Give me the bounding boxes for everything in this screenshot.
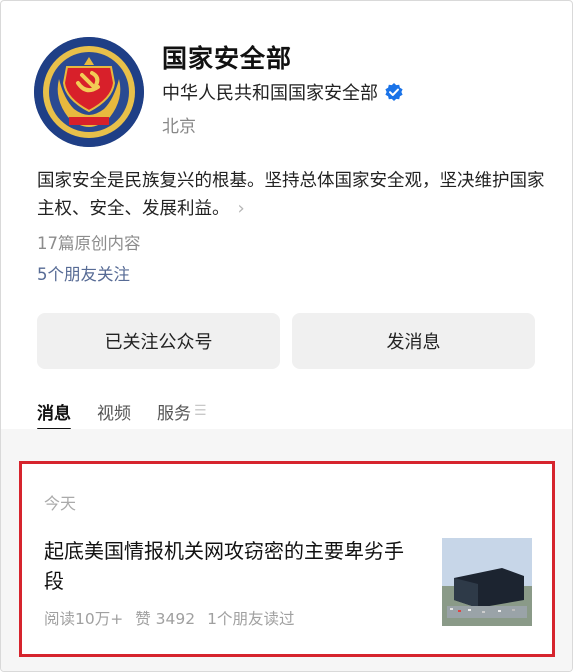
- profile-page: 国家安全部 中华人民共和国国家安全部 北京 国家安全是民族复兴的根基。坚持总体国…: [0, 0, 573, 672]
- profile-header: 国家安全部 中华人民共和国国家安全部 北京: [34, 37, 554, 147]
- tab-messages[interactable]: 消息: [37, 399, 71, 431]
- menu-icon: ☰: [194, 403, 207, 419]
- original-count: 17篇原创内容: [37, 234, 141, 253]
- location: 北京: [162, 117, 196, 137]
- verified-check-icon: [385, 83, 403, 101]
- tab-services-label: 服务: [157, 403, 191, 424]
- account-name: 国家安全部: [162, 44, 293, 73]
- chevron-right-icon[interactable]: ›: [238, 198, 245, 219]
- tab-videos[interactable]: 视频: [97, 399, 131, 431]
- org-name: 中华人民共和国国家安全部: [162, 83, 378, 104]
- description-text: 国家安全是民族复兴的根基。坚持总体国家安全观，坚决维护国家主权、安全、发展利益。: [37, 171, 545, 219]
- highlighted-article-card[interactable]: 今天 起底美国情报机关网攻窃密的主要卑劣手段 阅读10万+ 赞 3492 1个朋…: [19, 461, 555, 657]
- followed-button[interactable]: 已关注公众号: [37, 313, 280, 369]
- verified-org[interactable]: 中华人民共和国国家安全部: [162, 79, 404, 105]
- article-title[interactable]: 起底美国情报机关网攻窃密的主要卑劣手段: [44, 536, 416, 596]
- tab-bar: 消息 视频 服务 ☰: [37, 399, 207, 431]
- tab-services[interactable]: 服务 ☰: [157, 399, 207, 431]
- friends-read: 1个朋友读过: [207, 610, 295, 628]
- article-meta: 阅读10万+ 赞 3492 1个朋友读过: [44, 607, 294, 629]
- send-message-button[interactable]: 发消息: [292, 313, 535, 369]
- building-photo-icon: [442, 538, 532, 626]
- article-thumbnail[interactable]: [442, 538, 532, 626]
- date-label: 今天: [44, 494, 77, 513]
- emblem-icon: [34, 37, 144, 147]
- profile-description[interactable]: 国家安全是民族复兴的根基。坚持总体国家安全观，坚决维护国家主权、安全、发展利益。…: [37, 167, 547, 223]
- like-count: 赞 3492: [135, 610, 196, 628]
- read-count: 阅读10万+: [44, 610, 124, 628]
- friends-following-link[interactable]: 5个朋友关注: [37, 261, 130, 285]
- avatar[interactable]: [34, 37, 144, 147]
